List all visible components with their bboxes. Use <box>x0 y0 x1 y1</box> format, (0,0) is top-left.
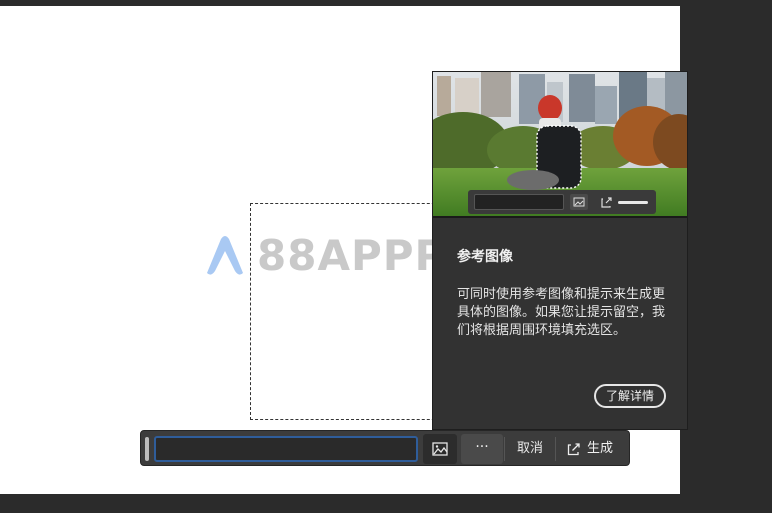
reference-image-popover: 参考图像 可同时使用参考图像和提示来生成更具体的图像。如果您让提示留空，我们将根… <box>432 71 688 430</box>
generate-icon <box>567 443 580 456</box>
popover-title: 参考图像 <box>457 249 513 265</box>
popover-description: 可同时使用参考图像和提示来生成更具体的图像。如果您让提示留空，我们将根据周围环境… <box>457 287 666 338</box>
learn-more-button[interactable]: 了解详情 <box>594 384 667 408</box>
reference-image-button[interactable] <box>423 434 457 464</box>
more-options-button[interactable]: ··· <box>461 434 503 464</box>
generate-button[interactable]: 生成 <box>559 434 625 464</box>
right-panel <box>680 0 772 513</box>
image-icon <box>432 442 448 456</box>
preview-image <box>433 72 687 218</box>
mini-generate-icon <box>596 194 652 210</box>
cancel-button[interactable]: 取消 <box>507 434 553 464</box>
prompt-input[interactable] <box>154 436 418 462</box>
generate-label: 生成 <box>587 441 614 456</box>
contextual-task-bar: ··· 取消 生成 <box>140 430 630 466</box>
divider <box>504 437 505 461</box>
divider <box>555 437 556 461</box>
mini-image-icon <box>570 194 588 210</box>
mini-taskbar-illustration <box>468 190 656 214</box>
watermark-logo-icon <box>207 236 243 275</box>
drag-handle[interactable] <box>145 437 149 461</box>
